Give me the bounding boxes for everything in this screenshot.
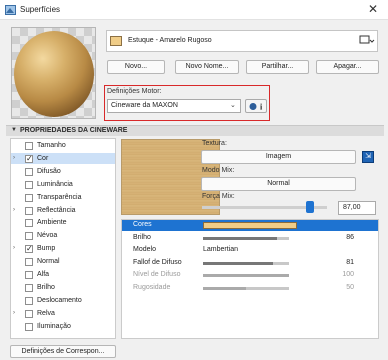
property-value[interactable]: Lambertian	[203, 246, 238, 253]
property-value: 86	[346, 233, 354, 241]
channel-checkbox[interactable]	[25, 244, 33, 254]
share-button[interactable]: Partilhar...	[246, 60, 309, 74]
channel-label: Difusão	[37, 167, 61, 175]
texture-browse-icon[interactable]: ⇲	[362, 151, 374, 163]
preview-sphere	[14, 31, 94, 117]
property-value: 50	[346, 283, 354, 291]
list-item[interactable]: › Relva	[11, 309, 115, 320]
property-value: 100	[342, 271, 354, 278]
property-slider[interactable]	[203, 261, 289, 265]
image-button[interactable]: Imagem	[201, 150, 356, 164]
slider-fill	[203, 286, 246, 290]
channel-checkbox[interactable]	[25, 154, 33, 163]
channel-checkbox[interactable]	[25, 142, 33, 150]
mix-mode-button[interactable]: Normal	[201, 177, 356, 191]
list-item[interactable]: Iluminação	[11, 322, 115, 333]
list-item[interactable]: › Cor	[11, 154, 115, 165]
app-icon	[5, 5, 16, 15]
list-item[interactable]: › Reflectância	[11, 206, 115, 217]
channel-label: Reflectância	[37, 206, 76, 214]
channel-label: Brilho	[37, 283, 55, 291]
property-name: Nível de Difuso	[133, 271, 181, 278]
property-name: Rugosidade	[133, 283, 171, 291]
channel-checkbox[interactable]	[25, 271, 33, 279]
channel-checkbox[interactable]	[25, 296, 33, 305]
property-slider[interactable]	[203, 236, 289, 240]
close-icon[interactable]: ✕	[365, 2, 381, 17]
channel-label: Tamanho	[37, 142, 66, 149]
material-swatch	[110, 36, 122, 46]
delete-button[interactable]: Apagar...	[316, 60, 379, 74]
list-item[interactable]: Luminância	[11, 180, 115, 191]
slider-fill	[203, 261, 273, 265]
mapping-settings-button[interactable]: Definições de Correspon...	[10, 345, 116, 358]
channel-label: Iluminação	[37, 322, 71, 330]
list-item[interactable]: Brilho	[11, 283, 115, 294]
channel-checkbox[interactable]	[25, 193, 33, 202]
channel-checkbox[interactable]	[25, 219, 33, 228]
channel-label: Bump	[37, 245, 56, 253]
mix-strength-label: Força Mix:	[202, 193, 235, 200]
list-item[interactable]: Deslocamento	[11, 296, 115, 307]
property-name: Cores	[133, 221, 152, 228]
engine-label: Definições Motor:	[107, 88, 162, 95]
channel-checkbox[interactable]	[25, 258, 33, 267]
chevron-right-icon[interactable]: ›	[13, 310, 19, 316]
channel-label: Deslocamento	[37, 296, 82, 304]
list-item[interactable]: Ambiente	[11, 218, 115, 229]
texture-label: Textura:	[202, 140, 227, 147]
new-name-button[interactable]: Novo Nome...	[175, 60, 239, 74]
svg-text:i: i	[260, 103, 263, 112]
list-item[interactable]: Normal	[11, 257, 115, 268]
channel-label: Alfa	[37, 271, 50, 278]
color-swatch[interactable]	[203, 222, 297, 229]
list-item[interactable]: Alfa	[11, 270, 115, 281]
material-preview	[11, 27, 96, 119]
property-slider[interactable]	[203, 286, 289, 290]
chevron-right-icon[interactable]: ›	[13, 245, 19, 251]
sphere-info-icon: i	[249, 103, 263, 112]
mix-mode-label: Modo Mix:	[202, 167, 235, 174]
list-item[interactable]: Difusão	[11, 167, 115, 178]
list-item[interactable]: Tamanho	[11, 141, 115, 152]
channel-label: Ambiente	[37, 219, 67, 227]
channel-checkbox[interactable]	[25, 322, 33, 331]
chevron-right-icon[interactable]: ›	[13, 155, 19, 161]
chevron-right-icon[interactable]: ›	[13, 207, 19, 213]
slider-fill	[203, 274, 289, 277]
section-title: PROPRIEDADES DA CINEWARE	[20, 127, 128, 134]
property-name: Fallof de Difuso	[133, 258, 182, 266]
list-item[interactable]: Transparência	[11, 193, 115, 204]
channel-checkbox[interactable]	[25, 167, 33, 176]
channel-checkbox[interactable]	[25, 309, 33, 318]
window-title: Superfícies	[20, 5, 61, 14]
channel-checkbox[interactable]	[25, 283, 33, 292]
channel-label: Luminância	[37, 180, 73, 188]
channel-label: Normal	[37, 258, 60, 266]
collapse-triangle-icon[interactable]: ▼	[11, 127, 17, 133]
chevron-down-icon: ⌄	[230, 102, 236, 109]
mix-strength-handle[interactable]	[306, 201, 314, 213]
channel-checkbox[interactable]	[25, 206, 33, 215]
channel-checkbox[interactable]	[25, 180, 33, 189]
channel-label: Transparência	[37, 193, 82, 201]
property-name: Brilho	[133, 233, 151, 241]
property-slider[interactable]	[203, 274, 289, 277]
mix-strength-input[interactable]: 87,00	[338, 201, 376, 215]
material-menu-icon[interactable]	[359, 35, 375, 47]
engine-dropdown[interactable]: Cineware da MAXON	[107, 99, 241, 113]
property-name: Modelo	[133, 246, 156, 253]
channel-label: Névoa	[37, 232, 58, 240]
slider-fill	[203, 236, 277, 240]
engine-settings-button[interactable]: i	[245, 99, 267, 113]
channel-checkbox[interactable]	[25, 232, 33, 241]
list-item[interactable]: › Bump	[11, 244, 115, 255]
channel-label: Relva	[37, 309, 55, 317]
property-value: 81	[346, 258, 354, 266]
list-item[interactable]: Névoa	[11, 231, 115, 242]
new-button[interactable]: Novo...	[107, 60, 165, 74]
channel-label: Cor	[37, 154, 49, 162]
material-name: Estuque - Amarelo Rugoso	[128, 37, 212, 44]
